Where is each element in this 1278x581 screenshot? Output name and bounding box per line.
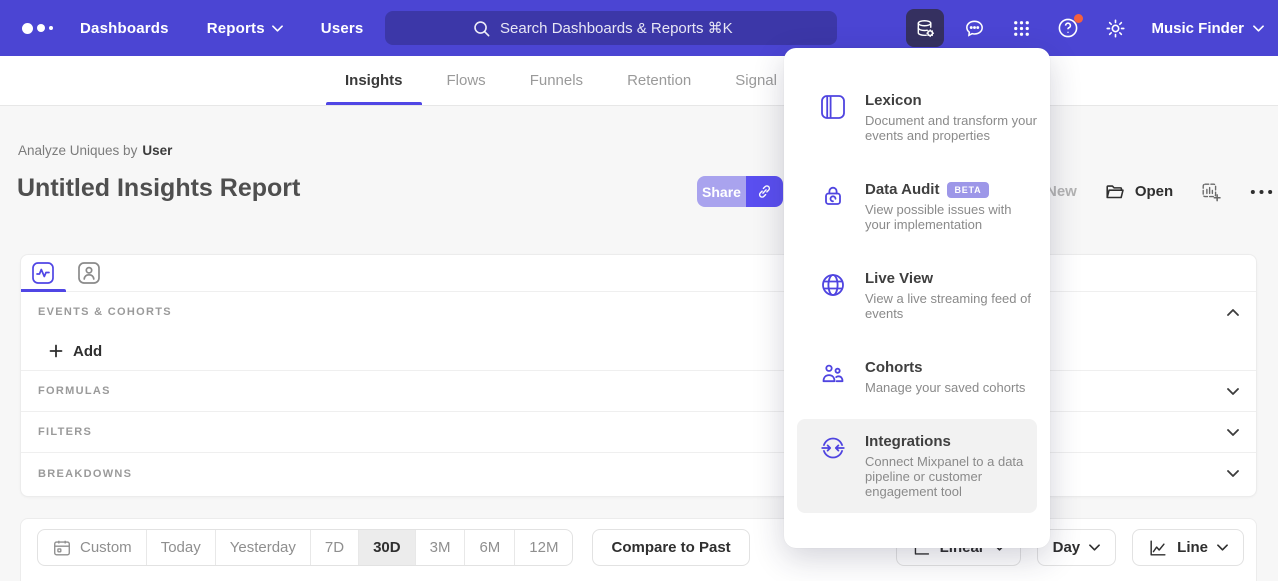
tab-insights[interactable]: Insights	[345, 56, 403, 105]
project-selector[interactable]: Music Finder	[1151, 20, 1264, 37]
chart-toolbar-card: Custom Today Yesterday 7D 30D 3M 6M 12M …	[20, 518, 1257, 581]
notification-dot	[1074, 14, 1083, 23]
new-report-button[interactable]: New	[1046, 183, 1077, 200]
apps-button[interactable]	[1004, 11, 1038, 45]
feedback-button[interactable]	[957, 11, 991, 45]
tab-retention[interactable]: Retention	[627, 56, 691, 105]
share-button-group: Share	[697, 176, 783, 207]
global-search[interactable]	[385, 11, 837, 45]
board-plus-icon	[1200, 181, 1222, 203]
data-management-button[interactable]	[906, 9, 944, 47]
nav-dashboards[interactable]: Dashboards	[80, 20, 169, 37]
add-to-dashboard-button[interactable]	[1200, 181, 1222, 203]
live-view-globe-icon	[819, 270, 847, 321]
gear-icon	[1104, 17, 1127, 40]
active-tab-underline	[21, 289, 66, 292]
tab-signal[interactable]: Signal	[735, 56, 777, 105]
menu-item-live-view[interactable]: Live View View a live streaming feed of …	[797, 256, 1037, 335]
share-button[interactable]: Share	[697, 176, 746, 207]
tab-funnels[interactable]: Funnels	[530, 56, 583, 105]
folder-open-icon	[1104, 181, 1126, 203]
chevron-down-icon	[1217, 544, 1228, 551]
data-management-menu: Lexicon Document and transform your even…	[784, 48, 1050, 548]
link-icon	[755, 182, 774, 201]
person-icon	[77, 261, 101, 285]
help-button[interactable]	[1051, 11, 1085, 45]
lexicon-book-icon	[819, 92, 847, 143]
search-icon	[472, 19, 491, 38]
apps-grid-icon	[1010, 17, 1033, 40]
more-options-button[interactable]	[1249, 188, 1274, 196]
integrations-sync-icon	[819, 433, 847, 499]
primary-nav: Dashboards Reports Users	[80, 20, 363, 37]
chevron-up-icon	[1227, 309, 1239, 316]
section-filters[interactable]: FILTERS	[21, 412, 1256, 453]
tab-user-profiles[interactable]	[77, 261, 101, 285]
beta-badge: BETA	[947, 182, 988, 198]
report-subtitle: Analyze Uniques byUser	[18, 143, 172, 158]
report-tabbar: Insights Flows Funnels Retention Signal …	[0, 56, 1278, 106]
more-dots-icon	[1249, 188, 1274, 196]
report-actions: New Open	[1046, 176, 1274, 207]
database-gear-icon	[914, 17, 937, 40]
range-yesterday[interactable]: Yesterday	[215, 530, 310, 565]
add-event-button[interactable]: Add	[21, 332, 1256, 371]
compare-to-past-button[interactable]: Compare to Past	[592, 529, 749, 566]
section-events-cohorts[interactable]: EVENTS & COHORTS	[21, 292, 1256, 332]
range-12m[interactable]: 12M	[514, 530, 572, 565]
chevron-down-icon	[1227, 470, 1239, 477]
mixpanel-logo-icon[interactable]	[22, 23, 62, 34]
range-today[interactable]: Today	[146, 530, 215, 565]
chevron-down-icon	[1089, 544, 1100, 551]
settings-button[interactable]	[1098, 11, 1132, 45]
open-report-button[interactable]: Open	[1104, 181, 1173, 203]
pulse-chart-icon	[31, 261, 55, 285]
line-chart-icon	[1148, 538, 1168, 558]
nav-users[interactable]: Users	[321, 20, 364, 37]
section-formulas[interactable]: FORMULAS	[21, 371, 1256, 412]
chevron-down-icon	[1253, 25, 1264, 32]
chevron-down-icon	[1227, 429, 1239, 436]
data-audit-lock-icon	[819, 181, 847, 232]
range-30d[interactable]: 30D	[358, 530, 415, 565]
top-navigation-bar: Dashboards Reports Users	[0, 0, 1278, 56]
menu-item-cohorts[interactable]: Cohorts Manage your saved cohorts	[797, 345, 1037, 409]
query-builder-card: EVENTS & COHORTS Add FORMULAS FILTERS BR…	[20, 254, 1257, 497]
page-title[interactable]: Untitled Insights Report	[17, 174, 300, 203]
range-7d[interactable]: 7D	[310, 530, 358, 565]
range-custom[interactable]: Custom	[38, 530, 146, 565]
menu-item-integrations[interactable]: Integrations Connect Mixpanel to a data …	[797, 419, 1037, 513]
search-input[interactable]	[500, 20, 750, 37]
range-6m[interactable]: 6M	[464, 530, 514, 565]
uniques-by-selector[interactable]: User	[142, 143, 172, 158]
section-breakdowns[interactable]: BREAKDOWNS	[21, 453, 1256, 494]
date-range-control: Custom Today Yesterday 7D 30D 3M 6M 12M	[37, 529, 573, 566]
project-name: Music Finder	[1151, 20, 1244, 37]
chevron-down-icon	[272, 25, 283, 32]
calendar-icon	[52, 538, 72, 558]
tab-events-metrics[interactable]	[31, 261, 55, 285]
menu-item-lexicon[interactable]: Lexicon Document and transform your even…	[797, 78, 1037, 157]
plus-icon	[49, 344, 63, 358]
chevron-down-icon	[1227, 388, 1239, 395]
menu-item-data-audit[interactable]: Data Audit BETA View possible issues wit…	[797, 167, 1037, 246]
chart-type-dropdown[interactable]: Line	[1132, 529, 1244, 566]
copy-link-button[interactable]	[746, 176, 783, 207]
cohorts-people-icon	[819, 359, 847, 395]
chat-bubble-icon	[963, 17, 986, 40]
range-3m[interactable]: 3M	[415, 530, 465, 565]
query-panel-tabs	[21, 255, 1256, 292]
tab-flows[interactable]: Flows	[447, 56, 486, 105]
nav-reports[interactable]: Reports	[207, 20, 283, 37]
